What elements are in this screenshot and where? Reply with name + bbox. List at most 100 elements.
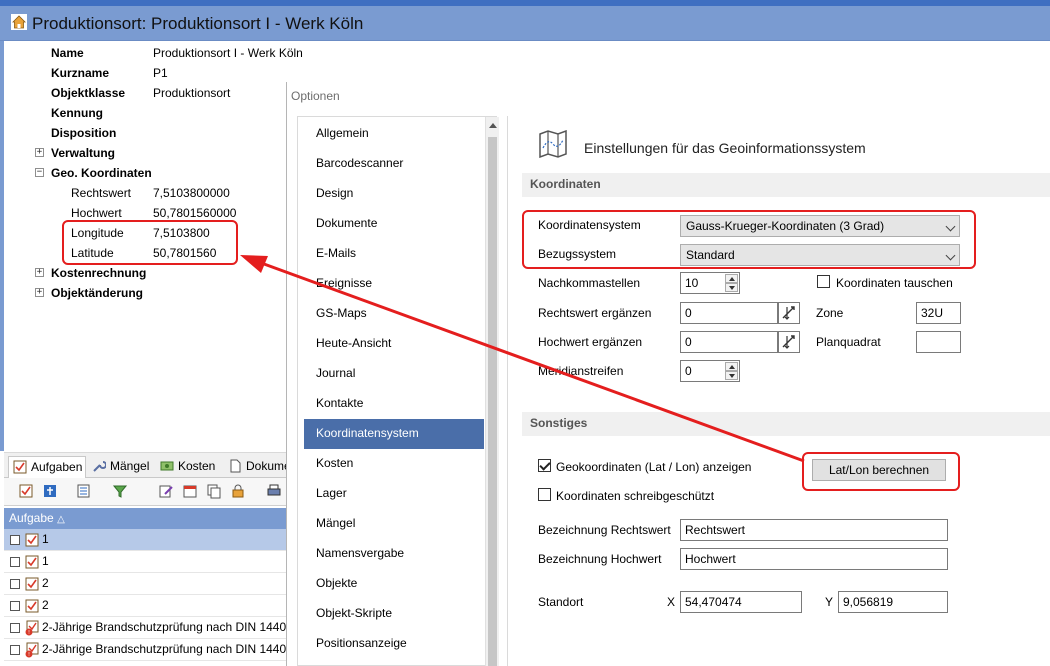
page-heading: Einstellungen für das Geoinformationssys…: [584, 140, 866, 156]
nav-item-kosten[interactable]: Kosten: [304, 449, 484, 479]
edit-icon[interactable]: [158, 483, 174, 499]
prop-label-objektklasse: Objektklasse: [51, 86, 126, 100]
row-checkbox[interactable]: [10, 601, 20, 611]
nav-item-ereignisse[interactable]: Ereignisse: [304, 269, 484, 299]
sort-arrows-icon: [782, 335, 795, 349]
label-koordinaten-tauschen[interactable]: Koordinaten tauschen: [836, 276, 953, 290]
nav-item-journal[interactable]: Journal: [304, 359, 484, 389]
hochwert-picker-button[interactable]: [778, 331, 800, 353]
nav-item-lager[interactable]: Lager: [304, 479, 484, 509]
row-checkbox[interactable]: [10, 579, 20, 589]
spin-down-icon[interactable]: [725, 283, 738, 292]
nav-item-koordinatensystem[interactable]: Koordinatensystem: [304, 419, 484, 449]
window-left-edge: [0, 41, 4, 451]
calendar-icon[interactable]: [182, 483, 198, 499]
label-schreibgeschuetzt[interactable]: Koordinaten schreibgeschützt: [556, 489, 714, 503]
table-row[interactable]: 2: [4, 573, 286, 595]
nav-item-namensvergabe[interactable]: Namensvergabe: [304, 539, 484, 569]
planquadrat-input[interactable]: [916, 331, 961, 353]
nav-item-gs-maps[interactable]: GS-Maps: [304, 299, 484, 329]
dialog-titlebar: Optionen: [287, 82, 1050, 112]
bez-hochwert-input[interactable]: Hochwert: [680, 548, 948, 570]
label-planquadrat: Planquadrat: [816, 335, 881, 349]
task-new-icon[interactable]: [18, 483, 34, 499]
nav-item-objekte[interactable]: Objekte: [304, 569, 484, 599]
koordinaten-tauschen-checkbox[interactable]: [817, 275, 830, 288]
nav-item-positionsanzeige[interactable]: Positionsanzeige: [304, 629, 484, 659]
task-icon: [25, 555, 39, 569]
tab-kosten[interactable]: Kosten: [156, 456, 222, 478]
spin-down-icon[interactable]: [725, 371, 738, 380]
row-checkbox[interactable]: [10, 535, 20, 545]
spin-up-icon[interactable]: [725, 362, 738, 371]
geo-anzeigen-checkbox[interactable]: [538, 459, 551, 472]
arrow-head: [240, 255, 268, 273]
list-icon[interactable]: [76, 483, 92, 499]
table-row[interactable]: 2: [4, 595, 286, 617]
table-row[interactable]: ! 2-Jährige Brandschutzprüfung nach DIN 1…: [4, 617, 286, 639]
tab-dokumente[interactable]: Dokume: [224, 456, 291, 478]
recurring-task-icon: !: [25, 642, 39, 658]
tab-aufgaben[interactable]: Aufgaben: [8, 456, 86, 478]
zone-input[interactable]: 32U: [916, 302, 961, 324]
column-aufgabe[interactable]: Aufgabe: [9, 511, 54, 525]
nav-item-design[interactable]: Design: [304, 179, 484, 209]
table-row[interactable]: ! 2-Jährige Brandschutzprüfung nach DIN 1…: [4, 639, 286, 661]
label-bez-rechtswert: Bezeichnung Rechtswert: [538, 523, 671, 537]
tree-node-verwaltung[interactable]: Verwaltung: [51, 146, 115, 160]
label-hochwert-ergaenzen: Hochwert ergänzen: [538, 335, 643, 349]
nav-scrollbar[interactable]: [485, 117, 499, 666]
money-icon: [160, 461, 174, 471]
meridianstreifen-stepper[interactable]: 0: [680, 360, 740, 382]
nav-item-dokumente[interactable]: Dokumente: [304, 209, 484, 239]
tab-maengel[interactable]: Mängel: [88, 456, 154, 478]
label-geo-anzeigen[interactable]: Geokoordinaten (Lat / Lon) anzeigen: [556, 460, 751, 474]
nav-item-heute-ansicht[interactable]: Heute-Ansicht: [304, 329, 484, 359]
lock-icon[interactable]: [230, 483, 246, 499]
scroll-up-icon[interactable]: [489, 123, 497, 128]
standort-y-input[interactable]: 9,056819: [838, 591, 948, 613]
latlon-highlight-box: [62, 220, 238, 265]
hochwert-ergaenzen-input[interactable]: 0: [680, 331, 778, 353]
expand-verwaltung-icon[interactable]: +: [35, 148, 44, 157]
task-icon: [25, 599, 39, 613]
label-standort: Standort: [538, 595, 584, 609]
row-checkbox[interactable]: [10, 557, 20, 567]
row-checkbox[interactable]: [10, 623, 20, 633]
spin-up-icon[interactable]: [725, 274, 738, 283]
filter-icon[interactable]: [112, 483, 128, 499]
table-row[interactable]: [4, 661, 286, 666]
rechtswert-picker-button[interactable]: [778, 302, 800, 324]
rechtswert-ergaenzen-input[interactable]: 0: [680, 302, 778, 324]
copy-icon[interactable]: [206, 483, 222, 499]
nav-item-maengel[interactable]: Mängel: [304, 509, 484, 539]
expand-objektaenderung-icon[interactable]: +: [35, 288, 44, 297]
tree-node-objektaenderung[interactable]: Objektänderung: [51, 286, 143, 300]
prop-label-kennung: Kennung: [51, 106, 103, 120]
table-row[interactable]: 1: [4, 551, 286, 573]
sort-arrows-icon: [782, 306, 795, 320]
print-icon[interactable]: [266, 483, 282, 499]
schreibgeschuetzt-checkbox[interactable]: [538, 488, 551, 501]
nav-item-kontakte[interactable]: Kontakte: [304, 389, 484, 419]
task-list-header[interactable]: Aufgabe △: [4, 508, 286, 529]
nav-item-emails[interactable]: E-Mails: [304, 239, 484, 269]
standort-x-input[interactable]: 54,470474: [680, 591, 802, 613]
row-checkbox[interactable]: [10, 645, 20, 655]
label-nachkommastellen: Nachkommastellen: [538, 276, 641, 290]
tree-view-icon[interactable]: [42, 483, 58, 499]
map-icon: [539, 130, 567, 158]
nachkommastellen-stepper[interactable]: 10: [680, 272, 740, 294]
tree-node-geo-koordinaten[interactable]: Geo. Koordinaten: [51, 166, 152, 180]
nav-item-barcodescanner[interactable]: Barcodescanner: [304, 149, 484, 179]
latlon-button-highlight-box: [802, 452, 960, 491]
table-row[interactable]: 1: [4, 529, 286, 551]
nav-item-allgemein[interactable]: Allgemein: [304, 119, 484, 149]
scroll-thumb[interactable]: [488, 137, 497, 666]
tree-node-kostenrechnung[interactable]: Kostenrechnung: [51, 266, 146, 280]
task-toolbar: [4, 478, 286, 506]
bez-rechtswert-input[interactable]: Rechtswert: [680, 519, 948, 541]
expand-kostenrechnung-icon[interactable]: +: [35, 268, 44, 277]
nav-item-objekt-skripte[interactable]: Objekt-Skripte: [304, 599, 484, 629]
collapse-geo-icon[interactable]: −: [35, 168, 44, 177]
